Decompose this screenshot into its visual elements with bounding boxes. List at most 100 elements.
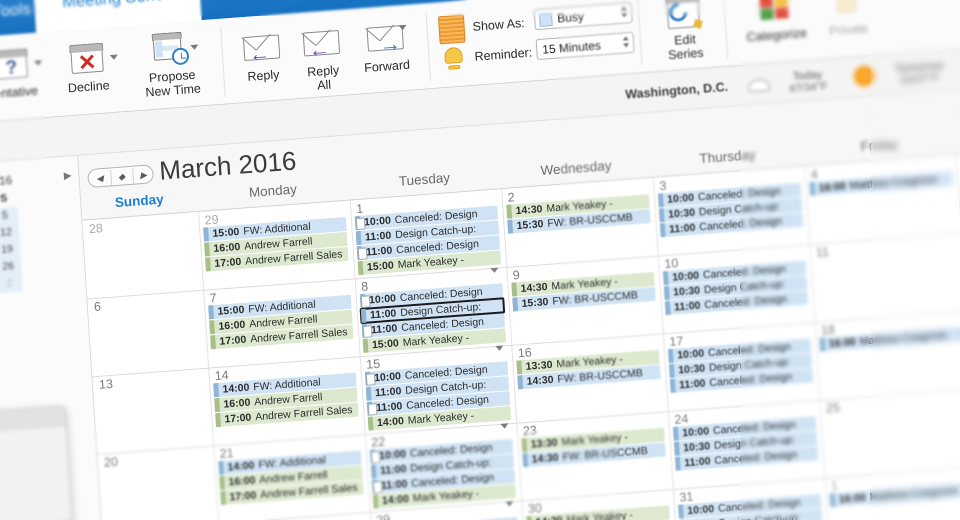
today-icon[interactable]: ◆ (110, 171, 133, 184)
day-number: 25 (825, 400, 841, 416)
calendar-day-cell[interactable]: 1 10:00 Canceled: Design 11:00 Design Catch-… (350, 189, 507, 278)
refresh-calendar-icon (662, 0, 704, 33)
categorize-icon (754, 0, 796, 29)
calendar-day-cell[interactable]: 28 (82, 212, 203, 299)
weather-tomorrow-range: 53/37°F (900, 72, 940, 87)
day-number: 8 (360, 279, 369, 294)
category-menu-item[interactable]: category (0, 466, 70, 496)
tools-menu[interactable]: Tools (0, 1, 32, 22)
calendar-day-cell[interactable]: 18 16:00 Matthew Cosgrove (814, 311, 960, 400)
calendar-day-cell[interactable]: 11 (809, 233, 960, 322)
calendar-day-cell[interactable]: 13 (92, 368, 213, 455)
calendar-nav-group[interactable]: ◀ ◆ ▶ (87, 164, 155, 189)
question-mark-icon: ? (0, 45, 43, 86)
show-as-stepper[interactable] (619, 6, 629, 22)
event-time: 17:00 (214, 255, 242, 270)
calendar-day-cell[interactable]: 4 16:00 Matthew Cosgrove (804, 155, 960, 244)
ribbon-button-propose-new-time-label: Propose New Time (144, 67, 202, 100)
calendar-day-cell[interactable]: 15 10:00 Canceled: Design 11:00 Design Catch… (360, 345, 517, 434)
calendar-day-cell[interactable]: 14 14:00 FW: Additional 16:00 Andrew Farrell… (208, 356, 365, 445)
ribbon-button-decline[interactable]: ✕ Decline (51, 38, 124, 97)
ribbon-separator (220, 26, 226, 97)
calendar-day-cell[interactable]: 3 10:00 Canceled: Design 10:30 Design Catch-… (653, 166, 810, 255)
show-as-value: Busy (556, 9, 585, 26)
weather-today: Today 47/34°F (776, 68, 839, 97)
reminder-select[interactable]: 15 Minutes (535, 31, 635, 61)
reminder-stepper[interactable] (621, 36, 631, 52)
calendar-event[interactable]: 16:00 Matthew Cosgrove (809, 171, 953, 197)
calendar-day-cell[interactable]: 9 14:30 Mark Yeakey -15:30 FW: BR-USCCMB (506, 256, 663, 345)
calendar-day-cell[interactable]: 8 10:00 Canceled: Design 11:00 Design Catch-… (355, 267, 512, 356)
ribbon-button-reply-label: Reply (247, 67, 280, 84)
day-number: 13 (98, 376, 114, 392)
mini-calendar-weekday: S (0, 192, 8, 205)
ribbon-button-tentative[interactable]: ? Tentative (0, 44, 50, 103)
calendar-event[interactable]: 16:00 Matthew Cosgrove (819, 327, 960, 352)
event-time: 17:00 (219, 333, 247, 348)
event-time: 15:30 (516, 218, 544, 233)
calendar-day-cell[interactable]: 16 13:30 Mark Yeakey -14:30 FW: BR-USCCMB (511, 333, 668, 422)
mini-calendar-day[interactable]: 12 (0, 223, 20, 243)
mini-calendar-day[interactable]: 2 (0, 274, 23, 294)
calendar-day-cell[interactable]: 10 10:00 Canceled: Design 10:30 Design Catch… (658, 244, 815, 333)
ribbon-button-edit-series[interactable]: Edit Series (649, 0, 719, 63)
event-time: 10:00 (373, 370, 402, 385)
calendar-day-cell[interactable]: 22 10:00 Canceled: Design 11:00 Design Catch… (365, 423, 522, 512)
calendar-event[interactable]: 14:30Mark Yeakey - (526, 505, 670, 520)
calendar-day-cell[interactable]: 17 10:00 Canceled: Design 10:30 Design Catch… (663, 322, 820, 411)
ribbon-button-categorize[interactable]: Categorize (735, 0, 816, 45)
day-number: 3 (658, 178, 667, 194)
event-time: 16:00 (223, 396, 251, 411)
ribbon-separator (636, 0, 643, 66)
ribbon-separator (722, 0, 729, 59)
calendar-day-cell[interactable]: 25 (819, 389, 960, 478)
mini-calendar-day[interactable]: 19 (0, 240, 21, 260)
mini-calendar-day[interactable]: 26 (0, 257, 22, 277)
calendar-day-cell[interactable]: 21 14:00 FW: Additional 16:00 Andrew Farrell… (213, 434, 370, 520)
weather-location[interactable]: Washington, D.C. (625, 80, 729, 102)
event-time: 11:00 (370, 322, 398, 337)
calendar-day-cell[interactable]: 20 (97, 445, 218, 520)
ribbon-button-private[interactable]: Private (815, 0, 880, 39)
event-time: 14:30 (526, 373, 554, 388)
event-time: 10:00 (363, 214, 392, 229)
next-icon[interactable]: ▶ (132, 169, 155, 182)
event-time: 11:00 (369, 307, 397, 322)
event-time: 10:00 (666, 191, 695, 206)
event-time: 14:00 (227, 459, 255, 474)
ribbon-button-reply-all[interactable]: ← Reply All (292, 23, 352, 94)
calendar-day-cell[interactable]: 2 14:30 Mark Yeakey -15:30 FW: BR-USCCMB (501, 178, 658, 267)
event-time: 17:00 (224, 411, 252, 426)
calendar-event[interactable]: 16:00 Matthew Cosgrove (829, 482, 960, 508)
ribbon-button-reply[interactable]: ← Reply (233, 28, 292, 86)
chevron-right-icon[interactable]: ▶ (63, 170, 71, 182)
day-number: 7 (209, 290, 218, 306)
ribbon-button-categorize-label: Categorize (746, 25, 808, 45)
day-number: 1 (355, 201, 364, 217)
mini-calendar-grid[interactable]: TFS3451011121718192425263112 (0, 185, 81, 297)
event-time: 10:30 (682, 440, 711, 455)
ribbon-button-tentative-label: Tentative (0, 83, 39, 102)
event-time: 16:00 (838, 491, 867, 506)
ribbon-button-forward[interactable]: → Forward (352, 18, 419, 76)
outlook-window: ☲ Tools Meeting Series ✓ pt ? Te (0, 0, 960, 520)
weekday-header-s: S (954, 126, 960, 147)
tab-meeting-series-label: Meeting Series (34, 0, 201, 15)
calendar-day-cell[interactable]: 29 15:00 FW: Additional 16:00 Andrew Farrell… (198, 201, 355, 290)
event-time: 10:00 (368, 292, 397, 307)
calendar-day-cell[interactable]: 6 (87, 290, 208, 377)
calendar-day-cell[interactable]: 7 15:00 FW: Additional 16:00 Andrew Farrell 1… (203, 278, 360, 367)
prev-icon[interactable]: ◀ (88, 172, 111, 185)
ribbon-button-propose-new-time[interactable]: Propose New Time (126, 27, 216, 100)
mini-calendar-day[interactable]: 5 (0, 206, 19, 226)
category-context-menu[interactable]: category category n category category (0, 405, 73, 520)
event-time: 15:00 (212, 225, 240, 240)
show-as-select[interactable]: Busy (533, 1, 633, 31)
ribbon-separator (425, 11, 432, 82)
weather-today-range: 47/34°F (788, 80, 828, 96)
day-number: 9 (512, 268, 521, 283)
calendar-day-cell[interactable]: 23 13:30 Mark Yeakey -14:30 FW: BR-USCCMB (516, 411, 673, 500)
busy-color-swatch (538, 12, 553, 27)
calendar-day-cell[interactable]: 24 10:00 Canceled: Design 10:30 Design Catch… (668, 400, 825, 489)
event-title: Mark Yeakey - (412, 487, 480, 505)
